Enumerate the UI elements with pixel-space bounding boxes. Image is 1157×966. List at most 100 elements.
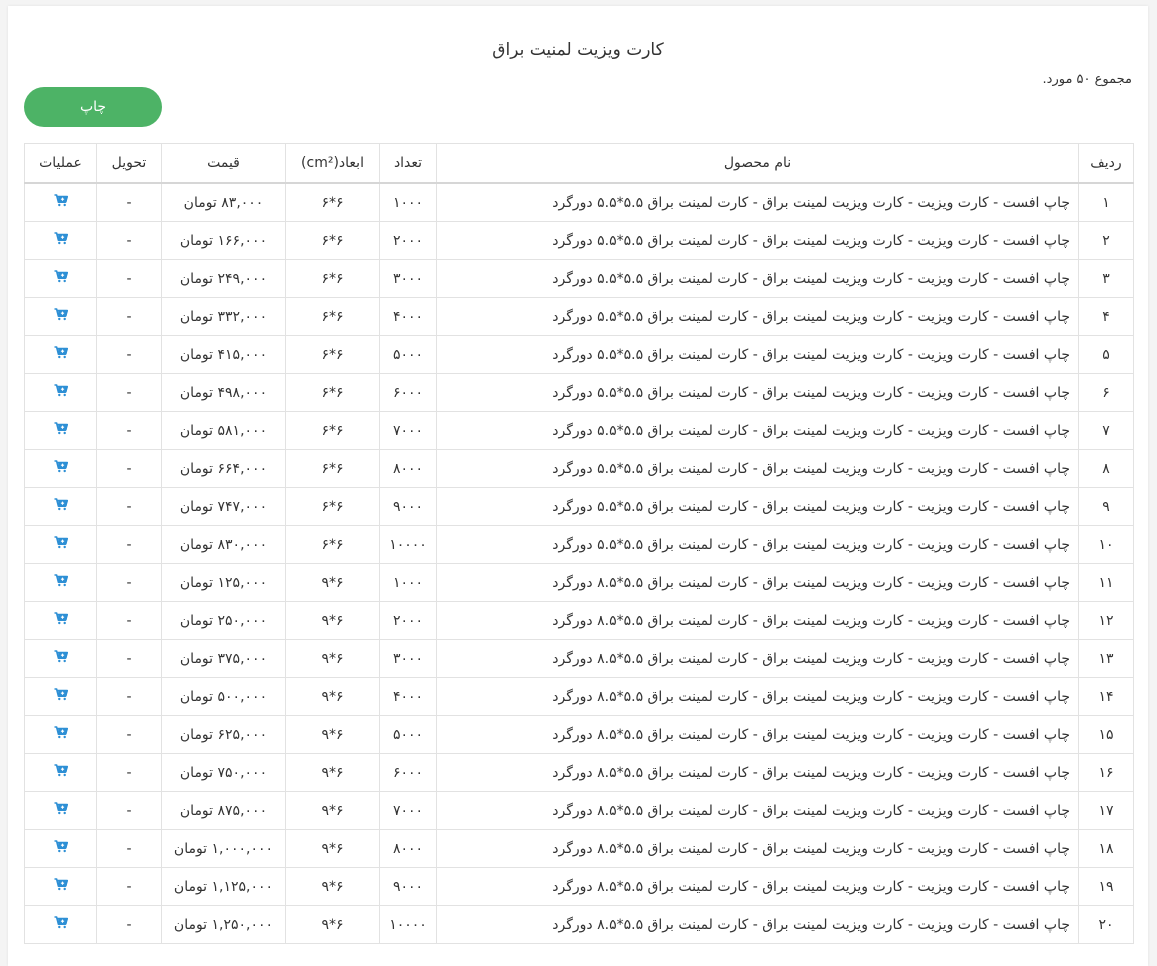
cell-row-number: ۱۰	[1078, 525, 1134, 564]
add-to-cart-icon[interactable]	[54, 916, 68, 933]
add-to-cart-icon[interactable]	[54, 878, 68, 895]
add-to-cart-icon[interactable]	[54, 536, 68, 553]
col-header-count[interactable]: تعداد	[379, 143, 437, 184]
cell-delivery: -	[96, 335, 162, 374]
cell-price: ۳۳۲,۰۰۰ تومان	[161, 297, 286, 336]
table-row: ۱۷ چاپ افست - کارت ویزیت - کارت ویزیت لمی…	[24, 791, 1134, 830]
table-row: ۱۸ چاپ افست - کارت ویزیت - کارت ویزیت لمی…	[24, 829, 1134, 868]
cell-row-number: ۳	[1078, 259, 1134, 298]
col-header-price[interactable]: قیمت	[161, 143, 286, 184]
cell-operations	[24, 449, 97, 488]
cell-delivery: -	[96, 905, 162, 944]
print-button[interactable]: چاپ	[24, 87, 162, 127]
add-to-cart-icon[interactable]	[54, 840, 68, 857]
add-to-cart-icon[interactable]	[54, 574, 68, 591]
add-to-cart-icon[interactable]	[54, 650, 68, 667]
cell-count: ۱۰۰۰	[379, 563, 437, 602]
cell-count: ۶۰۰۰	[379, 753, 437, 792]
add-to-cart-icon[interactable]	[54, 612, 68, 629]
cell-dimensions: ۶*۶	[285, 411, 380, 450]
cell-count: ۱۰۰۰۰	[379, 525, 437, 564]
table-row: ۶ چاپ افست - کارت ویزیت - کارت ویزیت لمین…	[24, 373, 1134, 412]
col-header-row[interactable]: ردیف	[1078, 143, 1134, 184]
cell-delivery: -	[96, 715, 162, 754]
cell-operations	[24, 715, 97, 754]
cell-dimensions: ۶*۶	[285, 449, 380, 488]
cell-product-name: چاپ افست - کارت ویزیت - کارت ویزیت لمینت…	[436, 297, 1079, 336]
cell-row-number: ۶	[1078, 373, 1134, 412]
add-to-cart-icon[interactable]	[54, 270, 68, 287]
cell-product-name: چاپ افست - کارت ویزیت - کارت ویزیت لمینت…	[436, 601, 1079, 640]
add-to-cart-icon[interactable]	[54, 764, 68, 781]
cell-count: ۳۰۰۰	[379, 639, 437, 678]
cell-product-name: چاپ افست - کارت ویزیت - کارت ویزیت لمینت…	[436, 905, 1079, 944]
col-header-dims[interactable]: ابعاد(cm²)	[285, 143, 380, 184]
cell-product-name: چاپ افست - کارت ویزیت - کارت ویزیت لمینت…	[436, 791, 1079, 830]
cell-price: ۷۵۰,۰۰۰ تومان	[161, 753, 286, 792]
cell-operations	[24, 335, 97, 374]
cell-dimensions: ۶*۹	[285, 677, 380, 716]
add-to-cart-icon[interactable]	[54, 726, 68, 743]
page-title: کارت ویزیت لمنیت براق	[492, 40, 664, 60]
cell-row-number: ۱	[1078, 182, 1134, 222]
add-to-cart-icon[interactable]	[54, 232, 68, 249]
add-to-cart-icon[interactable]	[54, 384, 68, 401]
cell-count: ۴۰۰۰	[379, 677, 437, 716]
cell-count: ۴۰۰۰	[379, 297, 437, 336]
cell-count: ۷۰۰۰	[379, 411, 437, 450]
cell-delivery: -	[96, 791, 162, 830]
cell-delivery: -	[96, 525, 162, 564]
cell-product-name: چاپ افست - کارت ویزیت - کارت ویزیت لمینت…	[436, 639, 1079, 678]
table-row: ۵ چاپ افست - کارت ویزیت - کارت ویزیت لمین…	[24, 335, 1134, 374]
cell-price: ۲۵۰,۰۰۰ تومان	[161, 601, 286, 640]
cell-delivery: -	[96, 487, 162, 526]
add-to-cart-icon[interactable]	[54, 460, 68, 477]
table-row: ۱۱ چاپ افست - کارت ویزیت - کارت ویزیت لمی…	[24, 563, 1134, 602]
table-row: ۳ چاپ افست - کارت ویزیت - کارت ویزیت لمین…	[24, 259, 1134, 298]
add-to-cart-icon[interactable]	[54, 422, 68, 439]
cell-dimensions: ۶*۹	[285, 601, 380, 640]
cell-operations	[24, 221, 97, 260]
table-row: ۱۵ چاپ افست - کارت ویزیت - کارت ویزیت لمی…	[24, 715, 1134, 754]
cell-row-number: ۹	[1078, 487, 1134, 526]
cell-price: ۶۲۵,۰۰۰ تومان	[161, 715, 286, 754]
col-header-delivery[interactable]: تحویل	[96, 143, 162, 184]
add-to-cart-icon[interactable]	[54, 308, 68, 325]
cell-price: ۲۴۹,۰۰۰ تومان	[161, 259, 286, 298]
cell-operations	[24, 487, 97, 526]
cell-row-number: ۱۵	[1078, 715, 1134, 754]
col-header-ops: عملیات	[24, 143, 97, 184]
cell-delivery: -	[96, 182, 162, 222]
cell-row-number: ۸	[1078, 449, 1134, 488]
cell-count: ۱۰۰۰	[379, 182, 437, 222]
cell-price: ۱,۲۵۰,۰۰۰ تومان	[161, 905, 286, 944]
cell-product-name: چاپ افست - کارت ویزیت - کارت ویزیت لمینت…	[436, 487, 1079, 526]
cell-price: ۳۷۵,۰۰۰ تومان	[161, 639, 286, 678]
add-to-cart-icon[interactable]	[54, 688, 68, 705]
cell-dimensions: ۶*۹	[285, 867, 380, 906]
content-card: کارت ویزیت لمنیت براق مجموع ۵۰ مورد. چاپ…	[8, 6, 1148, 966]
cell-price: ۸۷۵,۰۰۰ تومان	[161, 791, 286, 830]
cell-row-number: ۱۶	[1078, 753, 1134, 792]
cell-row-number: ۲	[1078, 221, 1134, 260]
add-to-cart-icon[interactable]	[54, 498, 68, 515]
cell-row-number: ۱۲	[1078, 601, 1134, 640]
cell-dimensions: ۶*۶	[285, 487, 380, 526]
col-header-name[interactable]: نام محصول	[436, 143, 1079, 184]
cell-row-number: ۴	[1078, 297, 1134, 336]
cell-count: ۵۰۰۰	[379, 715, 437, 754]
cell-dimensions: ۶*۶	[285, 335, 380, 374]
add-to-cart-icon[interactable]	[54, 194, 68, 211]
cell-dimensions: ۶*۶	[285, 221, 380, 260]
cell-row-number: ۱۳	[1078, 639, 1134, 678]
add-to-cart-icon[interactable]	[54, 802, 68, 819]
table-row: ۱۴ چاپ افست - کارت ویزیت - کارت ویزیت لمی…	[24, 677, 1134, 716]
cell-count: ۲۰۰۰	[379, 221, 437, 260]
cell-delivery: -	[96, 753, 162, 792]
cell-count: ۸۰۰۰	[379, 449, 437, 488]
cell-dimensions: ۶*۹	[285, 715, 380, 754]
add-to-cart-icon[interactable]	[54, 346, 68, 363]
cell-product-name: چاپ افست - کارت ویزیت - کارت ویزیت لمینت…	[436, 373, 1079, 412]
cell-count: ۱۰۰۰۰	[379, 905, 437, 944]
cell-count: ۵۰۰۰	[379, 335, 437, 374]
